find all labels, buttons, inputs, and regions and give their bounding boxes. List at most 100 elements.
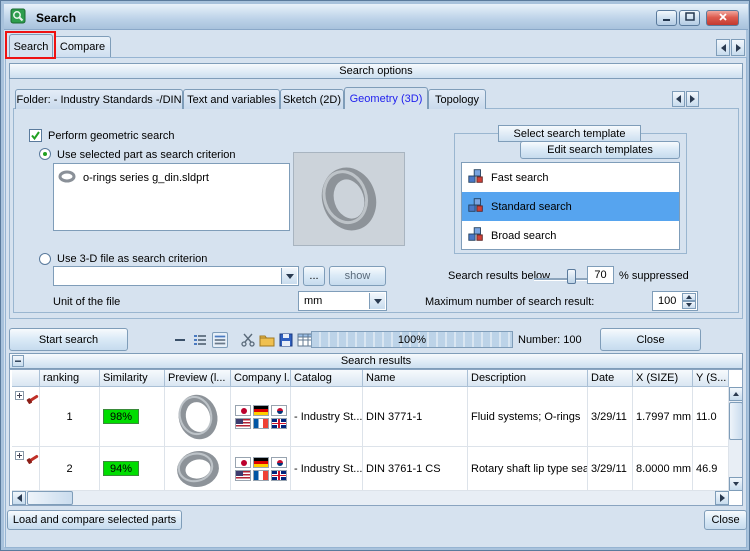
template-label: Broad search — [491, 230, 556, 242]
template-item-broad[interactable]: Broad search — [462, 221, 679, 250]
description-cell: Fluid systems; O-rings — [468, 387, 588, 447]
close-search-button[interactable]: Close — [600, 328, 701, 351]
max-results-spinner[interactable]: 100 — [652, 291, 698, 311]
flag-icons — [235, 405, 287, 429]
template-icon — [467, 225, 485, 246]
column-header-preview[interactable]: Preview (l... — [165, 370, 231, 387]
tab-topology[interactable]: Topology — [428, 89, 486, 109]
list-item[interactable]: o-rings series g_din.sldprt — [54, 164, 289, 192]
table-row[interactable]: 1 98% - Industry St... DIN 3771-1 Fluid … — [12, 387, 729, 447]
row-lead-cell[interactable] — [12, 447, 40, 491]
tab-geometry-3d[interactable]: Geometry (3D) — [344, 87, 428, 109]
arrow-right-icon — [720, 494, 725, 502]
row-lead-cell[interactable] — [12, 387, 40, 447]
tab-text-and-variables[interactable]: Text and variables — [183, 89, 280, 109]
inner-tab-scroll-left-button[interactable] — [672, 91, 685, 107]
dropdown-button[interactable] — [369, 293, 385, 309]
minus-icon — [14, 357, 22, 365]
arrow-left-icon — [676, 95, 681, 103]
tab-scroll-left-button[interactable] — [716, 39, 730, 56]
suppressed-label: % suppressed — [619, 270, 689, 282]
spin-down-button[interactable] — [682, 301, 696, 309]
uk-flag-icon — [271, 418, 287, 429]
france-flag-icon — [253, 418, 269, 429]
table-row[interactable]: 2 94% - Industry St... DIN 3761-1 CS Rot… — [12, 447, 729, 491]
spinner-buttons[interactable] — [682, 293, 696, 309]
o-ring-thumbnail-icon — [171, 448, 225, 490]
name-cell: DIN 3771-1 — [363, 387, 468, 447]
save-icon[interactable] — [278, 332, 294, 348]
tab-compare[interactable]: Compare — [54, 36, 111, 57]
japan-flag-icon — [235, 457, 251, 468]
scroll-up-button[interactable] — [729, 387, 743, 401]
column-header-icon[interactable] — [12, 370, 40, 387]
preview-cell — [165, 447, 231, 491]
scroll-right-button[interactable] — [715, 491, 729, 505]
spin-up-button[interactable] — [682, 293, 696, 301]
browse-button[interactable]: ... — [303, 266, 325, 286]
template-item-standard[interactable]: Standard search — [462, 192, 679, 221]
perform-geometric-search-checkbox[interactable] — [29, 129, 42, 142]
tab-scroll-right-button[interactable] — [731, 39, 745, 56]
expand-icon[interactable] — [15, 391, 24, 400]
tab-search[interactable]: Search — [9, 34, 53, 58]
dropdown-button[interactable] — [281, 268, 297, 284]
scroll-down-button[interactable] — [729, 477, 743, 491]
column-header-description[interactable]: Description — [468, 370, 588, 387]
expand-icon[interactable] — [15, 451, 24, 460]
selected-part-listbox[interactable]: o-rings series g_din.sldprt — [53, 163, 290, 231]
inner-tab-scroll-right-button[interactable] — [686, 91, 699, 107]
close-button[interactable] — [706, 10, 739, 26]
title-bar: Search — [4, 4, 748, 30]
start-search-button[interactable]: Start search — [9, 328, 128, 351]
column-header-name[interactable]: Name — [363, 370, 468, 387]
japan-flag-icon — [235, 405, 251, 416]
minimize-button[interactable] — [656, 10, 677, 26]
suppression-value-field[interactable]: 70 — [587, 266, 614, 284]
column-header-company[interactable]: Company l... — [231, 370, 291, 387]
list-view-icon[interactable] — [192, 332, 208, 348]
horizontal-scroll-thumb[interactable] — [27, 491, 73, 505]
3d-file-combobox[interactable] — [53, 266, 299, 286]
column-header-ranking[interactable]: ranking — [40, 370, 100, 387]
france-flag-icon — [253, 470, 269, 481]
ranking-cell: 2 — [40, 447, 100, 491]
collapse-all-icon[interactable] — [172, 332, 188, 348]
use-selected-part-label: Use selected part as search criterion — [57, 149, 236, 161]
close-dialog-button[interactable]: Close — [704, 510, 747, 530]
column-header-catalog[interactable]: Catalog — [291, 370, 363, 387]
unit-value: mm — [304, 295, 322, 307]
open-folder-icon[interactable] — [259, 332, 275, 348]
template-item-fast[interactable]: Fast search — [462, 163, 679, 192]
detail-view-icon[interactable] — [212, 332, 228, 348]
horizontal-scrollbar[interactable] — [12, 491, 729, 505]
suppression-slider-track[interactable] — [534, 278, 588, 281]
suppression-slider-thumb[interactable] — [567, 269, 576, 284]
vertical-scroll-thumb[interactable] — [729, 402, 743, 440]
load-and-compare-button[interactable]: Load and compare selected parts — [7, 510, 182, 530]
edit-search-templates-button[interactable]: Edit search templates — [520, 141, 680, 159]
tab-sketch-2d[interactable]: Sketch (2D) — [280, 89, 344, 109]
cut-icon[interactable] — [240, 332, 256, 348]
column-header-date[interactable]: Date — [588, 370, 633, 387]
company-logos-cell — [231, 447, 291, 491]
column-header-x-size[interactable]: X (SIZE) — [633, 370, 693, 387]
tab-folder[interactable]: Folder: - Industry Standards -/DIN — [15, 89, 183, 109]
window-title: Search — [36, 11, 76, 25]
ranking-cell: 1 — [40, 387, 100, 447]
close-icon — [718, 12, 728, 25]
scroll-left-button[interactable] — [12, 491, 26, 505]
column-header-y-size[interactable]: Y (S... — [693, 370, 729, 387]
arrow-right-icon — [736, 44, 741, 52]
unit-combobox[interactable]: mm — [298, 291, 387, 311]
column-header-similarity[interactable]: Similarity — [100, 370, 165, 387]
search-template-list: Fast search Standard search Broad search — [461, 162, 680, 250]
show-button[interactable]: show — [329, 266, 386, 286]
maximize-button[interactable] — [679, 10, 700, 26]
search-results-caption: Search results — [9, 353, 743, 369]
use-selected-part-radio[interactable] — [39, 148, 51, 160]
arrow-up-icon — [733, 392, 739, 396]
collapse-results-button[interactable] — [12, 355, 24, 367]
date-cell: 3/29/11 — [588, 447, 633, 491]
use-3d-file-radio[interactable] — [39, 253, 51, 265]
